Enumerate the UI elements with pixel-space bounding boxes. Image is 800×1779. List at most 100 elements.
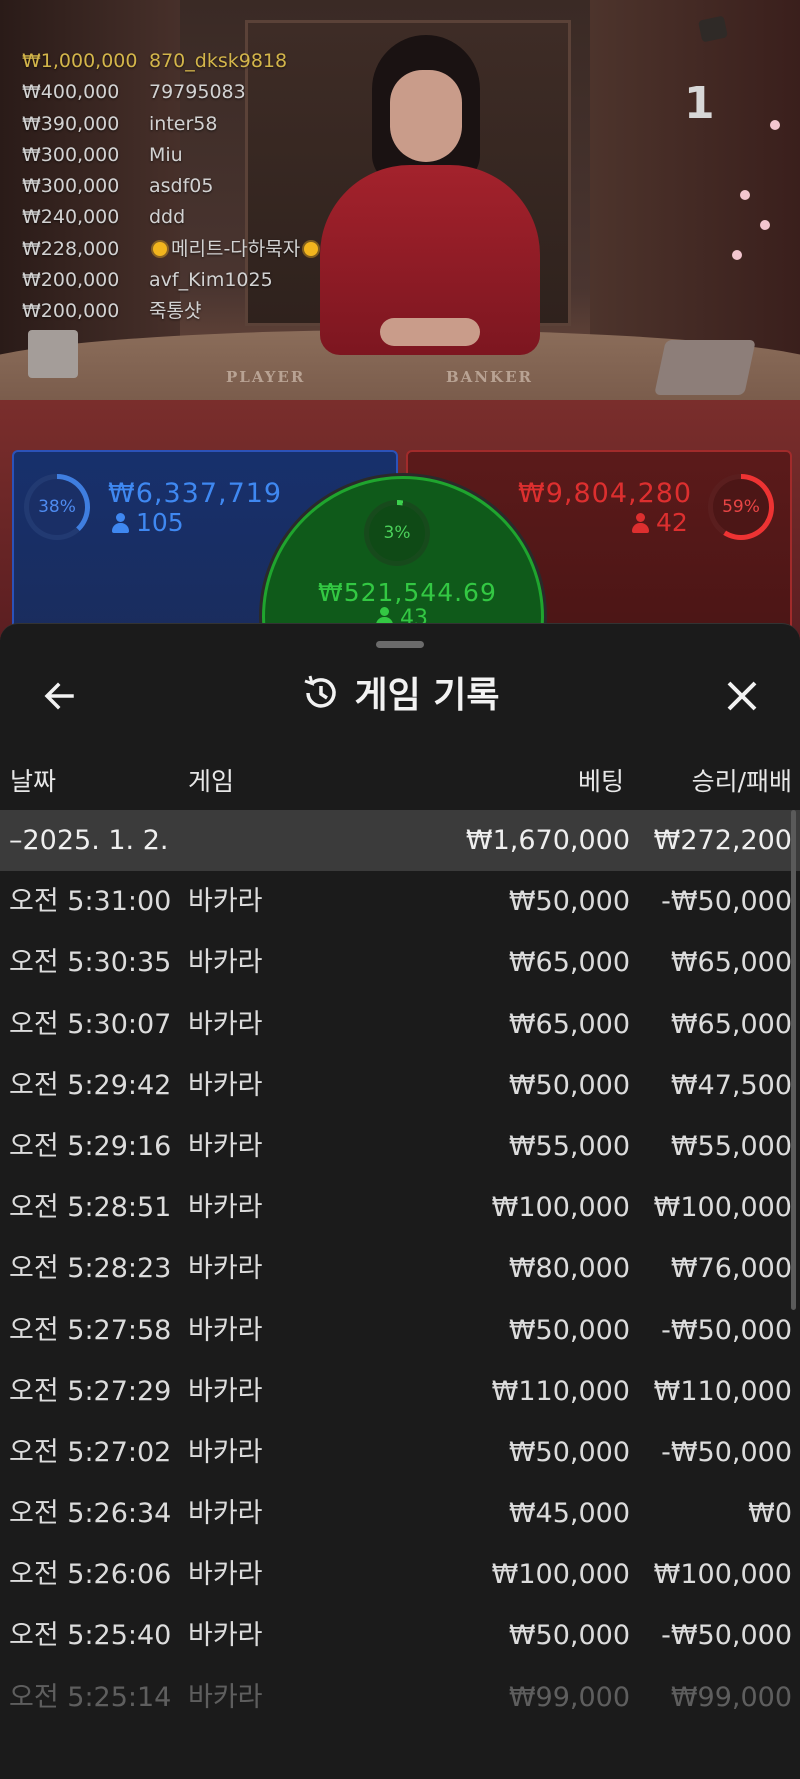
leaderboard-amount: ₩390,000 [22, 112, 120, 135]
close-button[interactable] [720, 674, 764, 718]
history-row[interactable]: 오전 5:29:42 바카라 ₩50,000 ₩47,500 [0, 1055, 800, 1116]
row-game: 바카라 [188, 886, 263, 918]
leaderboard-row: ₩400,000 79795083 [22, 77, 322, 108]
history-row[interactable]: 오전 5:26:34 바카라 ₩45,000 ₩0 [0, 1483, 800, 1544]
day-summary-row[interactable]: –2025. 1. 2. ₩1,670,000 ₩272,200 [0, 810, 800, 872]
row-time: 오전 5:26:06 [9, 1559, 172, 1591]
leaderboard-user: 79795083 [149, 81, 246, 104]
row-result: ₩76,000 [670, 1253, 792, 1285]
leaderboard-amount: ₩228,000 [22, 237, 120, 260]
sun-icon [153, 241, 167, 256]
card-shoe [654, 340, 756, 395]
row-result: -₩50,000 [661, 1620, 792, 1652]
history-row[interactable]: 오전 5:28:51 바카라 ₩100,000 ₩100,000 [0, 1177, 800, 1238]
leaderboard-user: 메리트-다하묵자 [171, 237, 301, 260]
leaderboard-amount: ₩200,000 [22, 300, 120, 323]
scrollbar[interactable] [791, 810, 796, 1310]
day-summary-date: –2025. 1. 2. [9, 825, 169, 856]
video-background [590, 0, 800, 360]
row-result: ₩55,000 [670, 1130, 792, 1162]
sun-icon [304, 241, 319, 256]
row-bet: ₩45,000 [508, 1498, 630, 1530]
history-row[interactable]: 오전 5:31:00 바카라 ₩50,000 -₩50,000 [0, 871, 800, 932]
round-number: 1 [684, 78, 715, 129]
table-label-banker: BANKER [446, 368, 533, 386]
row-bet: ₩100,000 [491, 1192, 630, 1224]
row-game: 바카라 [188, 1008, 263, 1040]
row-result: ₩47,500 [670, 1069, 792, 1101]
dealer [380, 318, 480, 346]
row-time: 오전 5:29:42 [9, 1069, 172, 1101]
sheet-title: 게임 기록 [0, 668, 800, 724]
banker-percent-ring: 59% [708, 474, 774, 540]
row-bet: ₩50,000 [508, 1436, 630, 1468]
history-row[interactable]: 오전 5:30:35 바카라 ₩65,000 ₩65,000 [0, 932, 800, 993]
leaderboard-amount: ₩240,000 [22, 206, 120, 229]
history-list[interactable]: –2025. 1. 2. ₩1,670,000 ₩272,200 오전 5:31… [0, 810, 800, 1728]
row-time: 오전 5:30:35 [9, 947, 172, 979]
leaderboard-row: ₩1,000,000 870_dksk9818 [22, 46, 322, 77]
row-bet: ₩50,000 [508, 1069, 630, 1101]
row-game: 바카라 [188, 947, 263, 979]
row-game: 바카라 [188, 1498, 263, 1530]
row-result: ₩0 [748, 1498, 792, 1530]
history-row[interactable]: 오전 5:29:16 바카라 ₩55,000 ₩55,000 [0, 1116, 800, 1177]
row-result: -₩50,000 [661, 1314, 792, 1346]
row-time: 오전 5:25:40 [9, 1620, 172, 1652]
row-result: -₩50,000 [661, 1436, 792, 1468]
row-time: 오전 5:27:29 [9, 1375, 172, 1407]
row-game: 바카라 [188, 1069, 263, 1101]
leaderboard-row: ₩390,000 inter58 [22, 109, 322, 140]
leaderboard-amount: ₩300,000 [22, 175, 120, 198]
row-game: 바카라 [188, 1375, 263, 1407]
history-icon [300, 673, 340, 730]
row-result: ₩110,000 [653, 1375, 792, 1407]
row-time: 오전 5:29:16 [9, 1130, 172, 1162]
banker-bettor-count-value: 42 [656, 508, 688, 537]
row-time: 오전 5:27:58 [9, 1314, 172, 1346]
row-result: ₩100,000 [653, 1192, 792, 1224]
player-percent-ring: 38% [24, 474, 90, 540]
row-time: 오전 5:31:00 [9, 886, 172, 918]
history-row[interactable]: 오전 5:30:07 바카라 ₩65,000 ₩65,000 [0, 994, 800, 1055]
player-bet-amount: ₩6,337,719 [108, 478, 283, 509]
row-game: 바카라 [188, 1620, 263, 1652]
sheet-title-text: 게임 기록 [354, 675, 500, 716]
leaderboard-amount: ₩200,000 [22, 269, 120, 292]
card-stack [28, 330, 78, 378]
row-game: 바카라 [188, 1253, 263, 1285]
blossom-decoration [770, 120, 780, 130]
history-row[interactable]: 오전 5:25:40 바카라 ₩50,000 -₩50,000 [0, 1605, 800, 1666]
banker-bet-amount: ₩9,804,280 [518, 478, 693, 509]
history-row[interactable]: 오전 5:27:58 바카라 ₩50,000 -₩50,000 [0, 1300, 800, 1361]
person-icon [112, 513, 129, 533]
row-result: -₩50,000 [661, 886, 792, 918]
history-row[interactable]: 오전 5:26:06 바카라 ₩100,000 ₩100,000 [0, 1544, 800, 1605]
leaderboard-user: ddd [149, 206, 186, 229]
leaderboard-user: avf_Kim1025 [149, 269, 273, 292]
person-icon [632, 513, 649, 533]
leaderboard-row: ₩300,000 Miu [22, 140, 322, 171]
history-row[interactable]: 오전 5:27:29 바카라 ₩110,000 ₩110,000 [0, 1361, 800, 1422]
leaderboard-row: ₩240,000 ddd [22, 202, 322, 233]
leaderboard-user: inter58 [149, 112, 218, 135]
column-header-game: 게임 [188, 767, 235, 796]
blossom-decoration [732, 250, 742, 260]
drag-handle[interactable] [376, 641, 424, 648]
row-bet: ₩50,000 [508, 1314, 630, 1346]
row-bet: ₩50,000 [508, 1620, 630, 1652]
leaderboard-amount: ₩300,000 [22, 143, 120, 166]
history-row[interactable]: 오전 5:25:14 바카라 ₩99,000 ₩99,000 [0, 1667, 800, 1728]
blossom-decoration [740, 190, 750, 200]
history-row[interactable]: 오전 5:28:23 바카라 ₩80,000 ₩76,000 [0, 1238, 800, 1299]
tie-percent: 3% [383, 523, 411, 543]
history-row[interactable]: 오전 5:27:02 바카라 ₩50,000 -₩50,000 [0, 1422, 800, 1483]
player-bettor-count-value: 105 [136, 508, 184, 537]
leaderboard-amount: ₩400,000 [22, 81, 120, 104]
tie-percent-ring: 3% [364, 500, 430, 566]
column-header-date: 날짜 [10, 767, 57, 796]
blossom-decoration [760, 220, 770, 230]
row-time: 오전 5:30:07 [9, 1008, 172, 1040]
row-game: 바카라 [188, 1314, 263, 1346]
row-bet: ₩110,000 [491, 1375, 630, 1407]
